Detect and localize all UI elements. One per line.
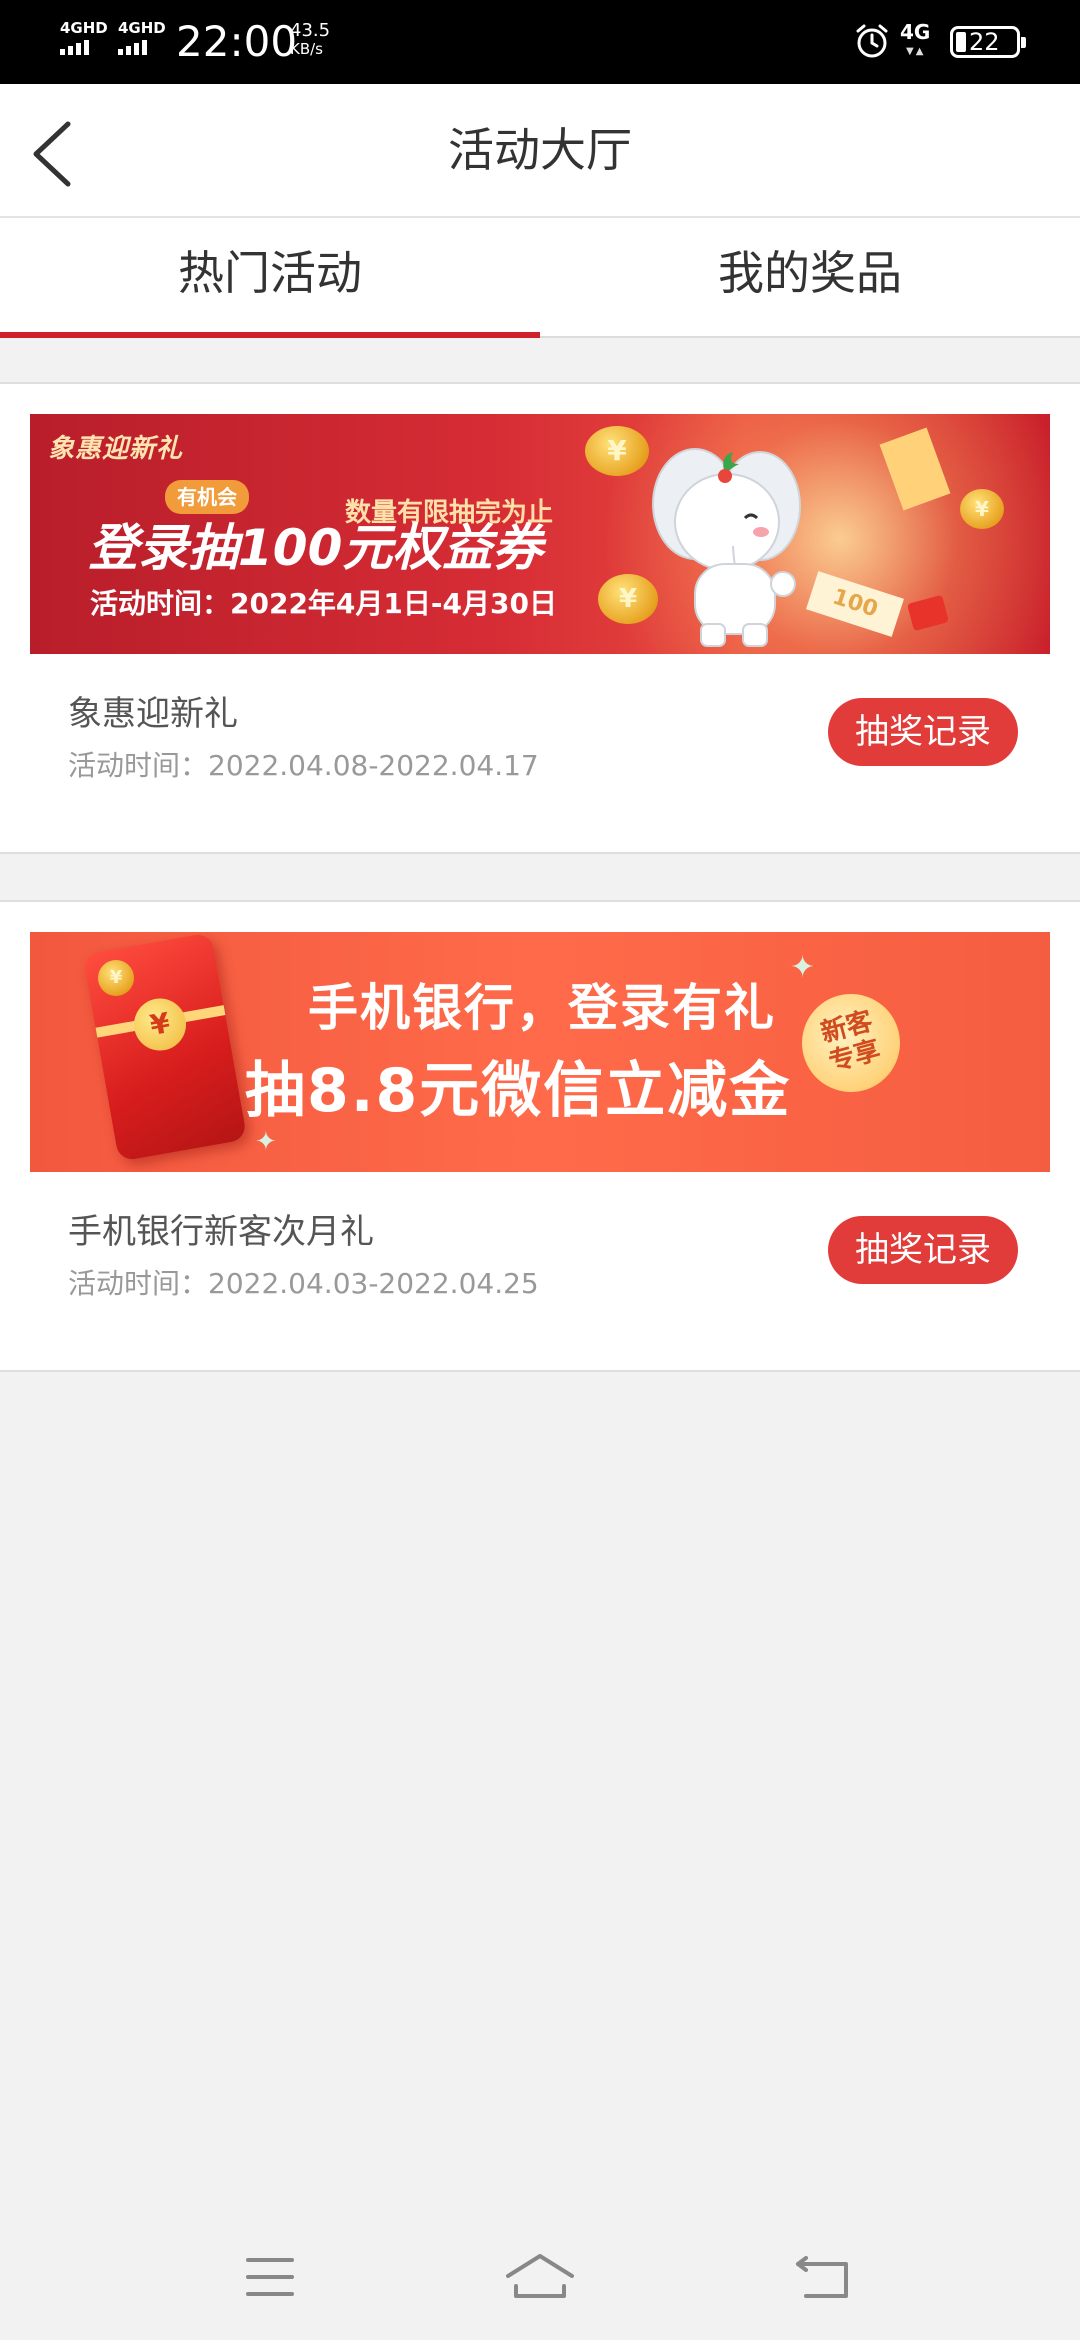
battery-icon: 22 [950,26,1026,58]
elephant-mascot-icon [652,448,801,647]
activity-banner[interactable]: ¥ 手机银行，登录有礼 抽8.8元微信立减金 新客 专享 ✦ ✦ [30,932,1050,1172]
network-type: 4G ▼▲ [900,20,931,57]
speed-value: 43.5 [290,20,331,41]
activity-name: 手机银行新客次月礼 [68,1212,374,1252]
signal-icon-2: 4GHD [118,20,166,55]
home-icon[interactable] [500,2242,580,2312]
banner-chance-tag: 有机会 [165,480,249,514]
data-arrows-icon: ▼▲ [906,46,926,57]
battery-level: 22 [969,28,1000,56]
tab-bar: 热门活动 我的奖品 [0,218,1080,338]
banner-line-2: 抽8.8元微信立减金 [245,1056,792,1126]
back-icon[interactable] [784,2242,864,2312]
signal-label-2: 4GHD [118,19,166,37]
tab-hot-activities[interactable]: 热门活动 [0,218,540,338]
sparkle-icon: ✦ [255,1127,277,1157]
clock: 22:00 [176,17,298,66]
lottery-record-button[interactable]: 抽奖记录 [828,698,1018,766]
banner-line-1: 手机银行，登录有礼 [308,979,776,1037]
network-speed: 43.5 KB/s [290,20,331,59]
page-title: 活动大厅 [448,123,632,177]
banner-dates: 活动时间：2022年4月1日-4月30日 [90,587,557,620]
status-bar: 4GHD 4GHD 22:00 43.5 KB/s 4G ▼▲ 22 [0,0,1080,84]
activity-name: 象惠迎新礼 [68,694,238,734]
activity-time: 活动时间：2022.04.08-2022.04.17 [68,749,539,782]
lottery-record-button[interactable]: 抽奖记录 [828,1216,1018,1284]
signal-label-1: 4GHD [60,19,108,37]
menu-icon[interactable] [230,2242,310,2312]
speed-unit: KB/s [290,40,323,58]
activity-card[interactable]: 象惠迎新礼 有机会 数量有限抽完为止 登录抽100元权益券 活动时间：2022年… [0,382,1080,854]
activity-time: 活动时间：2022.04.03-2022.04.25 [68,1267,539,1300]
activity-banner[interactable]: 象惠迎新礼 有机会 数量有限抽完为止 登录抽100元权益券 活动时间：2022年… [30,414,1050,654]
network-label: 4G [900,20,931,44]
activity-card[interactable]: ¥ 手机银行，登录有礼 抽8.8元微信立减金 新客 专享 ✦ ✦ 手机银行新客次… [0,900,1080,1372]
banner-headline: 登录抽100元权益券 [88,519,543,577]
coin-icon [98,960,134,996]
app-header: 活动大厅 [0,84,1080,218]
banner-brand: 象惠迎新礼 [48,434,184,464]
yuan-seal: ¥ [129,994,191,1055]
signal-icon: 4GHD [60,20,108,55]
coin-icon [960,489,1004,529]
sparkle-icon: ✦ [790,950,816,985]
system-nav-bar [0,2212,1080,2340]
new-customer-badge: 新客 专享 [790,982,912,1104]
alarm-icon [856,24,888,58]
tab-my-prizes[interactable]: 我的奖品 [540,218,1080,336]
